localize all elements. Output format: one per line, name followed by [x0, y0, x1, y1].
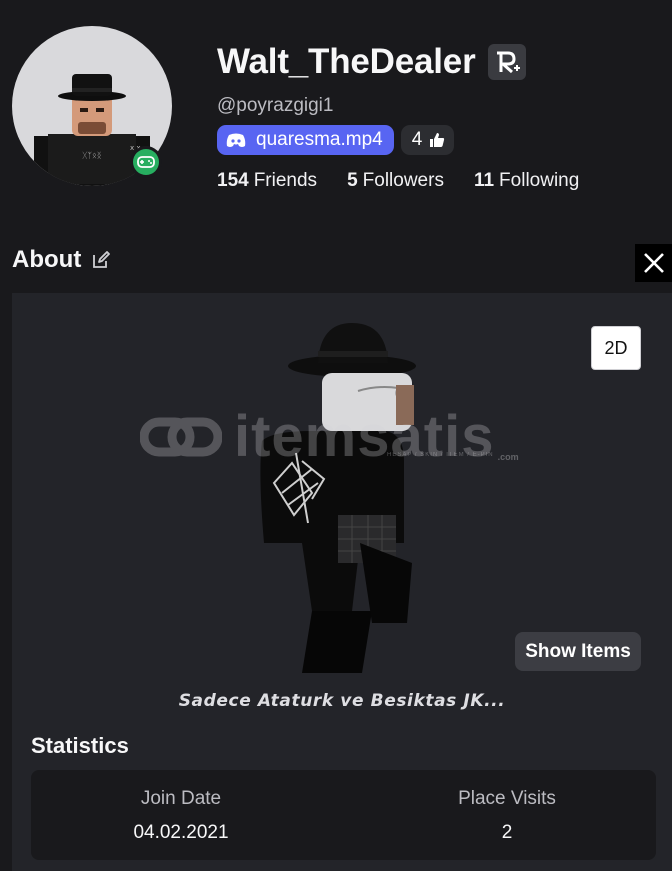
gamepad-icon — [137, 156, 155, 168]
avatar-3d-viewer[interactable]: itemsatis HESAP / SKIN / ITEM / E-PIN .c… — [12, 293, 672, 693]
link-chain-icon — [140, 417, 222, 456]
followers-count: 5 — [347, 170, 358, 191]
username: @poyrazgigi1 — [217, 95, 334, 116]
counts-row: 154 Friends 5 Followers 11 Following — [217, 170, 579, 192]
likes-badge[interactable]: 4 — [400, 125, 455, 155]
place-visits-stat: Place Visits 2 — [357, 788, 657, 844]
x-icon — [643, 253, 664, 273]
watermark-tagline: HESAP / SKIN / ITEM / E-PIN — [387, 452, 494, 458]
join-date-label: Join Date — [140, 788, 222, 809]
watermark-subtext: HESAP / SKIN / ITEM / E-PIN .com — [387, 452, 519, 462]
place-visits-value: 2 — [501, 822, 513, 843]
discord-badge[interactable]: quaresma.mp4 — [217, 125, 394, 155]
following-link[interactable]: 11 Following — [474, 170, 579, 192]
avatar-panel: itemsatis HESAP / SKIN / ITEM / E-PIN .c… — [12, 293, 672, 871]
following-label: Following — [499, 170, 580, 191]
join-date-value: 04.02.2021 — [133, 822, 229, 843]
friends-link[interactable]: 154 Friends — [217, 170, 317, 192]
about-title: About — [12, 246, 82, 273]
name-row: Walt_TheDealer — [217, 42, 526, 82]
discord-handle: quaresma.mp4 — [256, 129, 383, 150]
watermark-domain: .com — [497, 452, 519, 462]
likes-count: 4 — [411, 129, 423, 150]
about-header: About — [12, 246, 111, 274]
badges-row: quaresma.mp4 4 — [217, 125, 455, 155]
status-badge[interactable] — [130, 146, 162, 178]
view-2d-toggle-button[interactable]: 2D — [591, 326, 641, 370]
statistics-title: Statistics — [31, 733, 129, 758]
following-count: 11 — [473, 170, 495, 191]
r-plus-icon — [487, 44, 526, 80]
avatar-container[interactable]: ᚷᛉᛟᛝ x x — [12, 26, 172, 186]
discord-icon — [226, 133, 246, 147]
show-items-button[interactable]: Show Items — [515, 632, 641, 671]
place-visits-label: Place Visits — [458, 788, 556, 809]
x-social-link[interactable] — [635, 244, 672, 282]
svg-text:ᚷᛉᛟᛝ: ᚷᛉᛟᛝ — [82, 151, 101, 160]
display-name: Walt_TheDealer — [217, 42, 476, 81]
friends-count: 154 — [217, 170, 249, 191]
statistics-card: Join Date 04.02.2021 Place Visits 2 — [31, 770, 656, 860]
edit-icon[interactable] — [91, 250, 111, 270]
join-date-stat: Join Date 04.02.2021 — [31, 788, 331, 844]
profile-header: ᚷᛉᛟᛝ x x Walt_TheDealer @poyrazgigi1 qua… — [0, 0, 672, 230]
thumbs-up-icon — [430, 133, 445, 147]
bio-text: Sadece Ataturk ve Besiktas JK... — [178, 691, 506, 711]
friends-label: Friends — [253, 170, 318, 191]
followers-label: Followers — [362, 170, 444, 191]
followers-link[interactable]: 5 Followers — [347, 170, 444, 192]
